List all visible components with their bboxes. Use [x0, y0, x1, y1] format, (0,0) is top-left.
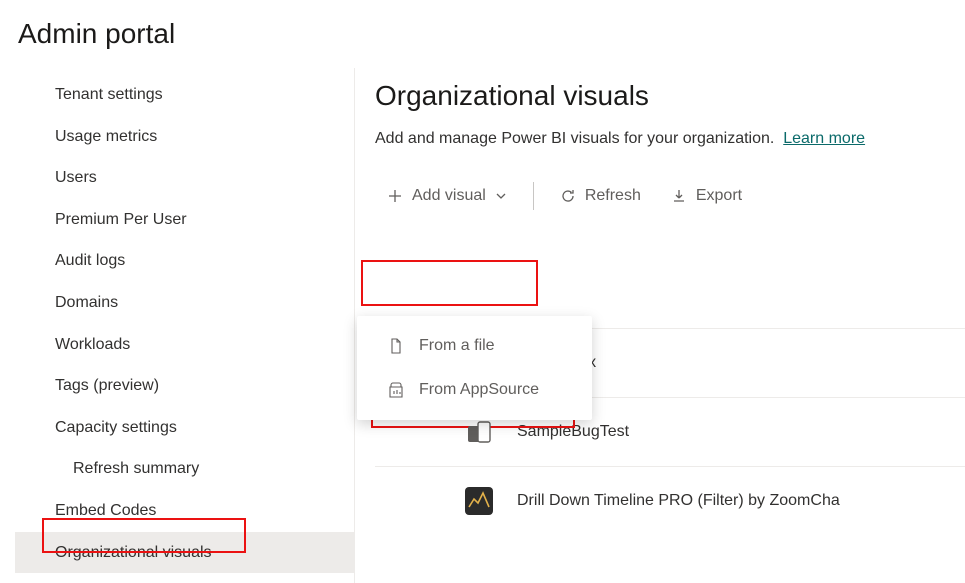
main-title: Organizational visuals	[375, 80, 965, 112]
sidebar-item-tenant-settings[interactable]: Tenant settings	[15, 74, 354, 116]
learn-more-link[interactable]: Learn more	[783, 130, 865, 147]
sidebar-item-users[interactable]: Users	[15, 157, 354, 199]
list-item[interactable]: Drill Down Timeline PRO (Filter) by Zoom…	[375, 467, 965, 515]
sidebar-item-embed-codes[interactable]: Embed Codes	[15, 490, 354, 532]
dropdown-from-file[interactable]: From a file	[357, 324, 592, 368]
export-button[interactable]: Export	[659, 181, 754, 211]
visual-name: Drill Down Timeline PRO (Filter) by Zoom…	[517, 492, 840, 510]
sidebar-item-domains[interactable]: Domains	[15, 282, 354, 324]
dropdown-from-file-label: From a file	[419, 337, 495, 355]
sidebar-item-workloads[interactable]: Workloads	[15, 324, 354, 366]
sidebar-item-premium-per-user[interactable]: Premium Per User	[15, 199, 354, 241]
add-visual-dropdown: From a file From AppSource	[357, 316, 592, 420]
sidebar-item-audit-logs[interactable]: Audit logs	[15, 240, 354, 282]
dropdown-from-appsource-label: From AppSource	[419, 381, 539, 399]
sidebar-item-usage-metrics[interactable]: Usage metrics	[15, 116, 354, 158]
refresh-button[interactable]: Refresh	[548, 181, 653, 211]
main-panel: Organizational visuals Add and manage Po…	[355, 68, 965, 583]
plus-icon	[387, 188, 403, 204]
page-title: Admin portal	[0, 0, 965, 68]
sidebar-item-tags-preview[interactable]: Tags (preview)	[15, 365, 354, 407]
main-description: Add and manage Power BI visuals for your…	[375, 130, 965, 148]
sidebar-item-refresh-summary[interactable]: Refresh summary	[15, 448, 354, 490]
toolbar: Add visual Refresh Export	[375, 174, 965, 218]
add-visual-label: Add visual	[412, 187, 486, 205]
download-icon	[671, 188, 687, 204]
visual-name: SampleBugTest	[517, 423, 629, 441]
sidebar-item-capacity-settings[interactable]: Capacity settings	[15, 407, 354, 449]
chevron-down-icon	[495, 190, 507, 202]
highlight-add-visual	[361, 260, 538, 306]
refresh-label: Refresh	[585, 187, 641, 205]
appsource-icon	[387, 381, 405, 399]
refresh-icon	[560, 188, 576, 204]
visual-icon	[465, 487, 493, 515]
visual-icon	[465, 418, 493, 446]
sidebar-item-azure-connections[interactable]: Azure connections	[15, 573, 354, 583]
sidebar-item-organizational-visuals[interactable]: Organizational visuals	[15, 532, 354, 574]
file-icon	[387, 337, 405, 355]
main-description-text: Add and manage Power BI visuals for your…	[375, 130, 774, 147]
export-label: Export	[696, 187, 742, 205]
sidebar: Tenant settings Usage metrics Users Prem…	[0, 68, 355, 583]
add-visual-button[interactable]: Add visual	[375, 181, 519, 211]
toolbar-separator	[533, 182, 534, 210]
dropdown-from-appsource[interactable]: From AppSource	[357, 368, 592, 412]
